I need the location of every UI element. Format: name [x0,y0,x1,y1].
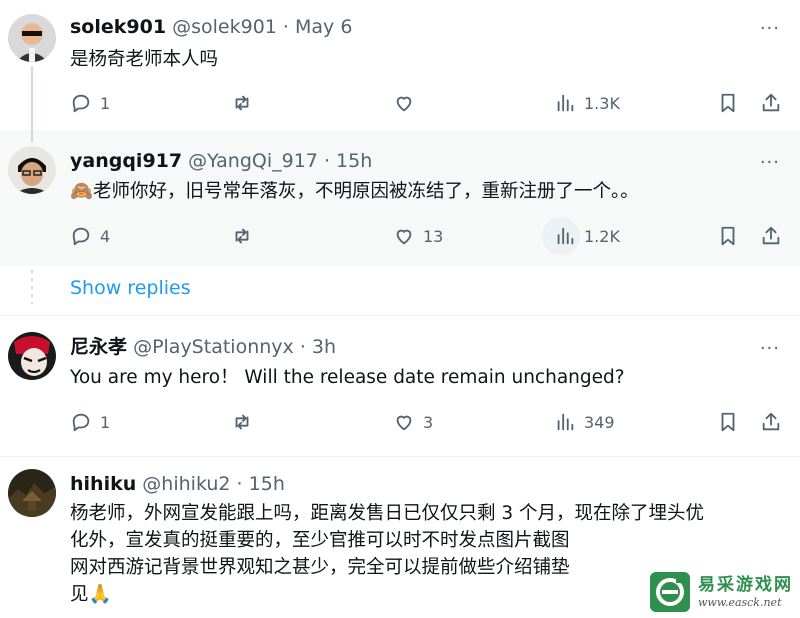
separator-dot: · [236,473,243,495]
reply-icon [72,94,90,113]
retweet-button[interactable] [231,88,253,118]
reply-count: 1 [100,93,111,113]
reply-icon [72,413,90,432]
site-watermark: 易采游戏网 www.easck.net [646,568,800,618]
retweet-button[interactable] [231,221,253,251]
tweet-solek901[interactable]: solek901 @solek901 · May 6 ··· 是杨奇老师本人吗 … [0,0,800,136]
user-handle[interactable]: @PlayStationnyx [133,336,294,358]
bookmark-button[interactable] [717,407,739,437]
retweet-icon [235,414,249,430]
share-button[interactable] [760,88,782,118]
tweet-header: hihiku @hihiku2 · 15h [70,472,285,496]
tweet-text-line: 化外，宣发真的挺重要的，至少官推可以时不时发点图片截图 [70,530,570,551]
tweet-yangqi917[interactable]: yangqi917 @YangQi_917 · 15h ··· 🙈老师你好，旧号… [0,130,800,266]
reply-button[interactable]: 1 [70,407,110,437]
timestamp[interactable]: 15h [249,473,285,495]
retweet-icon [235,95,249,111]
action-bar: 4 13 1.2K [70,217,790,255]
avatar-yangqi917[interactable] [8,146,56,194]
views-button[interactable]: 1.2K [542,217,620,255]
display-name[interactable]: hihiku [70,473,136,495]
user-handle[interactable]: @hihiku2 [142,473,230,495]
like-button[interactable]: 3 [393,407,433,437]
reply-button[interactable]: 4 [70,221,110,251]
analytics-icon [557,413,574,431]
user-handle[interactable]: @solek901 [172,16,277,38]
watermark-logo [650,572,690,612]
bookmark-button[interactable] [717,88,739,118]
views-count: 1.2K [584,226,620,246]
action-bar: 1 1.3K [70,88,790,118]
more-options-icon[interactable]: ··· [760,340,780,358]
show-replies-link[interactable]: Show replies [70,277,191,299]
timestamp[interactable]: May 6 [295,16,352,38]
action-bar: 1 3 349 [70,407,790,437]
reply-count: 1 [100,412,111,432]
display-name[interactable]: 尼永孝 [70,336,127,358]
user-handle[interactable]: @YangQi_917 [188,150,318,172]
reply-icon [72,227,90,246]
watermark-url: www.easck.net [698,596,782,609]
share-button[interactable] [760,221,782,251]
tweet-header: yangqi917 @YangQi_917 · 15h [70,149,372,173]
more-options-icon[interactable]: ··· [760,20,780,38]
timestamp[interactable]: 15h [336,150,372,172]
views-button[interactable]: 1.3K [554,88,620,118]
analytics-icon [557,94,574,112]
tweet-text: 是杨奇老师本人吗 [70,49,219,70]
retweet-button[interactable] [231,407,253,437]
share-icon [762,226,780,245]
like-count: 13 [423,226,444,246]
share-button[interactable] [760,407,782,437]
heart-icon [396,415,412,431]
share-icon [762,93,780,112]
views-count: 349 [584,412,615,432]
tweet-text-line: 杨老师，外网宣发能跟上吗，距离发售日已仅仅只剩 3 个月，现在除了埋头优 [70,503,705,524]
separator-dot: · [299,336,306,358]
bookmark-button[interactable] [717,221,739,251]
analytics-icon [557,227,574,245]
retweet-icon [235,228,249,244]
tweet-header: 尼永孝 @PlayStationnyx · 3h [70,335,336,359]
more-options-icon[interactable]: ··· [760,154,780,172]
views-count: 1.3K [584,93,620,113]
heart-icon [396,96,412,112]
avatar-solek901[interactable] [8,14,56,62]
views-button[interactable]: 349 [554,407,615,437]
like-button[interactable] [393,88,415,118]
share-icon [762,412,780,431]
like-count: 3 [423,412,434,432]
bookmark-icon [721,412,735,432]
thread-dotted-line [31,270,33,304]
display-name[interactable]: yangqi917 [70,150,182,172]
like-button[interactable]: 13 [393,221,443,251]
separator-dot: · [323,150,330,172]
tweet-playstationnyx[interactable]: 尼永孝 @PlayStationnyx · 3h ··· You are my … [0,316,800,456]
thread-line [31,66,33,136]
display-name[interactable]: solek901 [70,16,166,38]
separator-dot: · [282,16,289,38]
avatar-playstationnyx[interactable] [8,332,56,380]
watermark-title: 易采游戏网 [698,575,793,595]
avatar-hihiku[interactable] [8,469,56,517]
tweet-header: solek901 @solek901 · May 6 [70,15,352,39]
tweet-text: You are my hero！ Will the release date r… [70,367,625,388]
tweet-text: 🙈老师你好，旧号常年落灰，不明原因被冻结了，重新注册了一个。。 [70,181,639,202]
timestamp[interactable]: 3h [312,336,336,358]
reply-count: 4 [100,226,111,246]
bookmark-icon [721,93,735,113]
reply-button[interactable]: 1 [70,88,110,118]
bookmark-icon [721,226,735,246]
heart-icon [396,229,412,245]
thread-line [31,130,33,142]
